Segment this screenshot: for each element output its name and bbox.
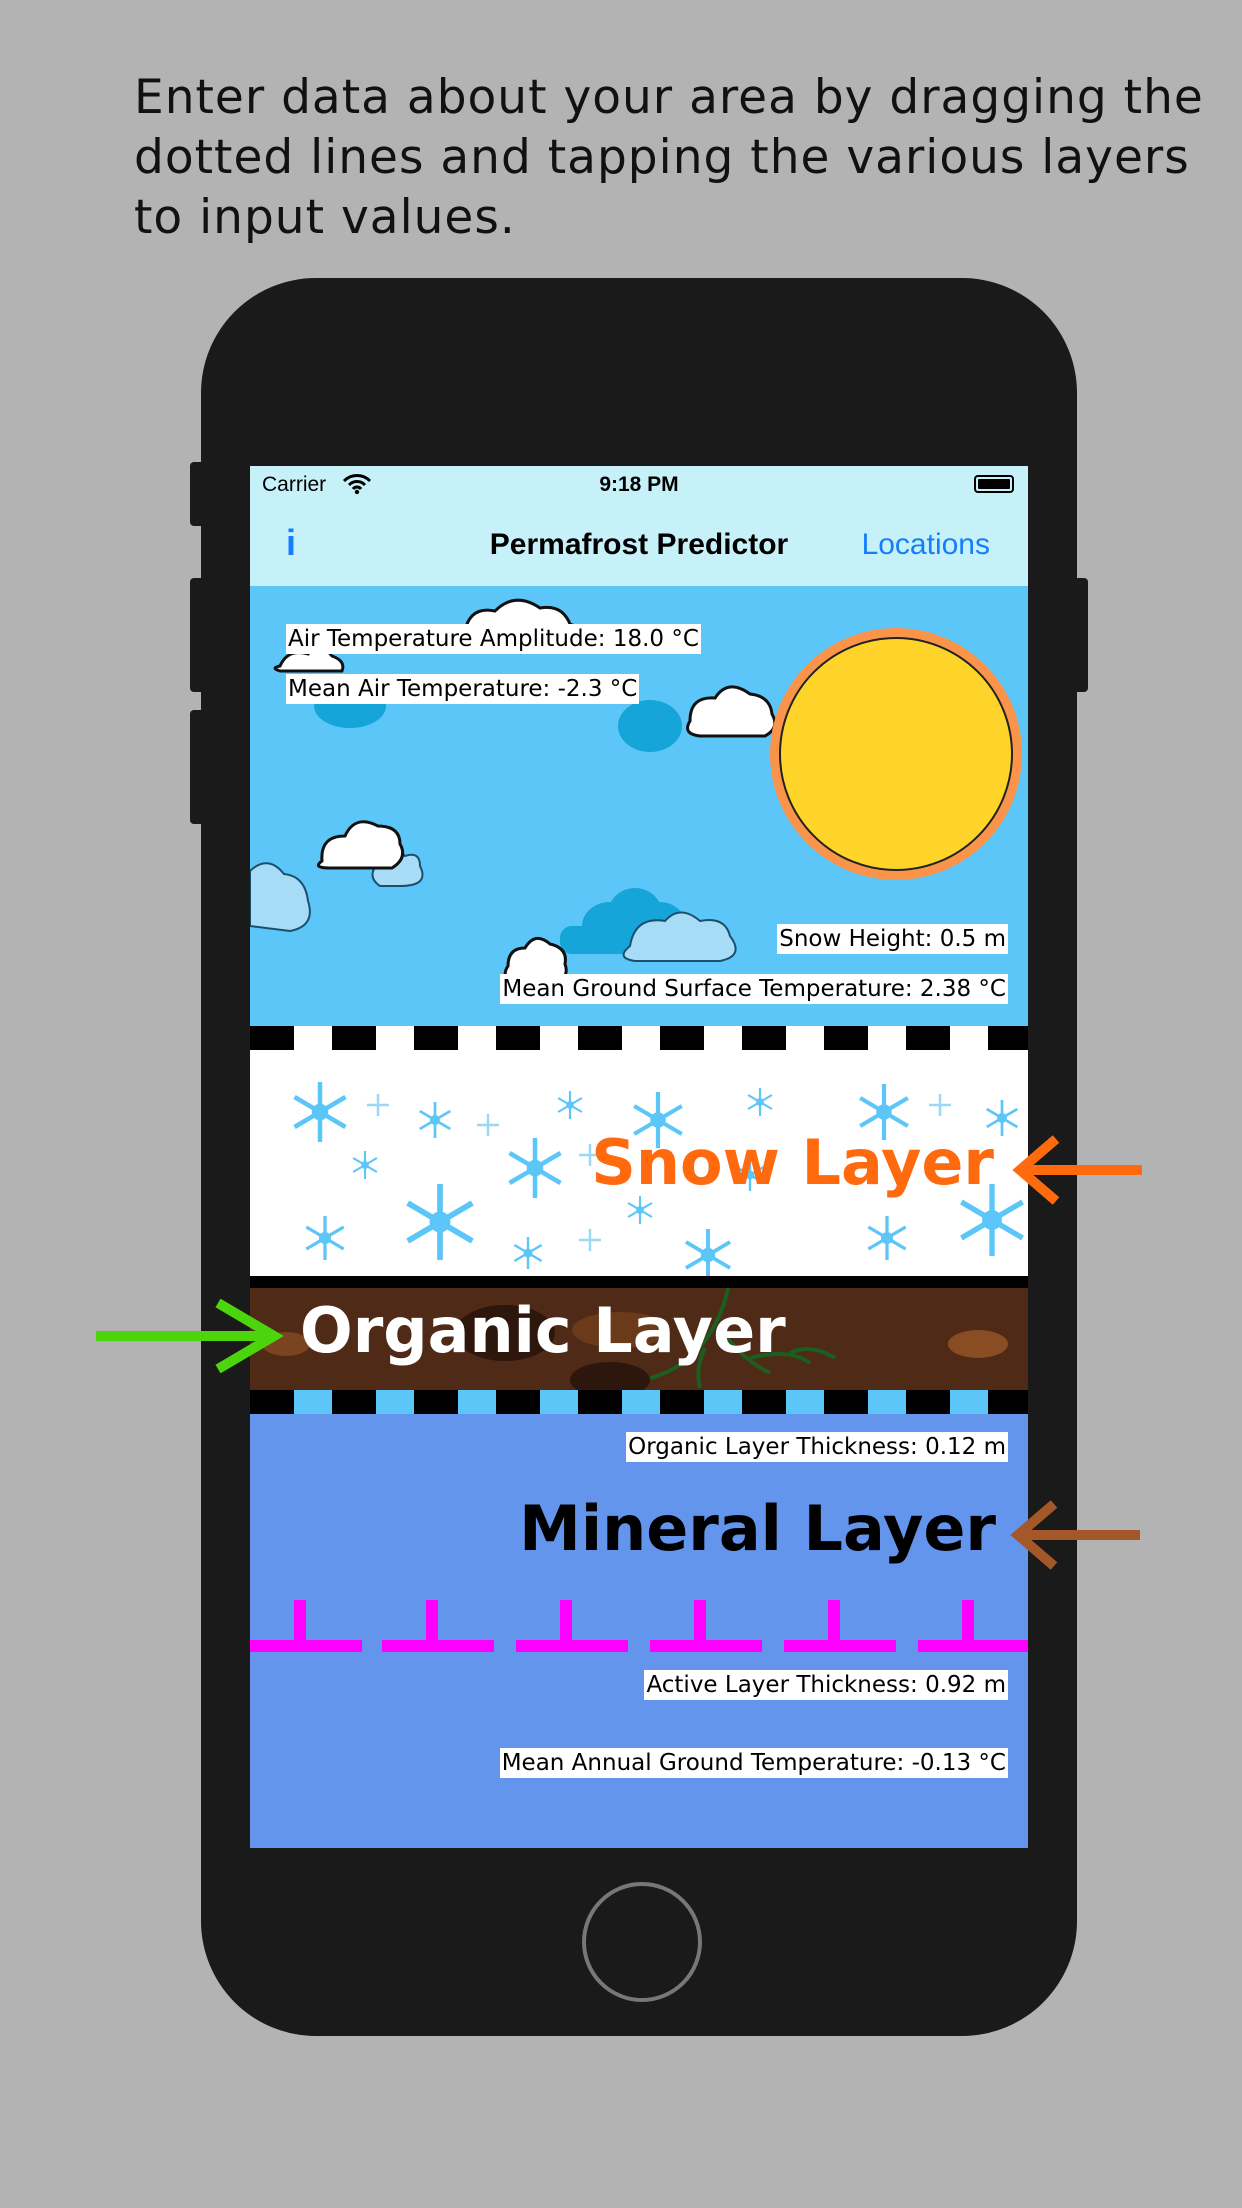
mean-annual-ground-temperature-label[interactable]: Mean Annual Ground Temperature: -0.13 °C: [499, 1748, 1008, 1778]
arrow-left-icon: [1010, 1500, 1140, 1570]
organic-thickness-drag-line[interactable]: [250, 1390, 1028, 1414]
arrow-right-icon: [96, 1299, 284, 1373]
sun-icon: [770, 628, 1022, 880]
app-screen: Carrier 9:18 PM i Permafrost Predictor L…: [250, 466, 1028, 1848]
cloud-icon: [314, 684, 690, 954]
locations-button[interactable]: Locations: [862, 528, 990, 562]
organic-layer-thickness-label[interactable]: Organic Layer Thickness: 0.12 m: [626, 1432, 1008, 1462]
sky-layer[interactable]: Air Temperature Amplitude: 18.0 °C Mean …: [250, 586, 1028, 1026]
mineral-layer-title[interactable]: Mineral Layer: [519, 1492, 996, 1565]
snow-height-drag-line[interactable]: [250, 1026, 1028, 1050]
status-time: 9:18 PM: [599, 473, 679, 496]
mean-ground-surface-temperature-label[interactable]: Mean Ground Surface Temperature: 2.38 °C: [500, 974, 1008, 1004]
arrow-left-icon: [1012, 1135, 1142, 1205]
battery-icon: [974, 475, 1014, 493]
organic-layer-title[interactable]: Organic Layer: [300, 1294, 786, 1367]
air-temperature-amplitude-label[interactable]: Air Temperature Amplitude: 18.0 °C: [286, 624, 701, 654]
active-layer-drag-line[interactable]: [250, 1600, 1028, 1656]
mineral-layer[interactable]: Organic Layer Thickness: 0.12 m Mineral …: [250, 1414, 1028, 1848]
snow-layer[interactable]: Snow Layer: [250, 1050, 1028, 1276]
mean-air-temperature-label[interactable]: Mean Air Temperature: -2.3 °C: [286, 674, 640, 704]
instruction-caption: Enter data about your area by dragging t…: [134, 70, 1204, 245]
active-layer-thickness-label[interactable]: Active Layer Thickness: 0.92 m: [644, 1670, 1008, 1700]
snow-height-label[interactable]: Snow Height: 0.5 m: [777, 924, 1008, 954]
organic-layer[interactable]: Organic Layer: [250, 1288, 1028, 1390]
snow-organic-boundary: [250, 1276, 1028, 1288]
status-bar: Carrier 9:18 PM: [250, 466, 1028, 506]
home-button: [582, 1882, 702, 2002]
navigation-bar: i Permafrost Predictor Locations: [250, 506, 1028, 586]
snow-layer-title[interactable]: Snow Layer: [591, 1126, 994, 1199]
